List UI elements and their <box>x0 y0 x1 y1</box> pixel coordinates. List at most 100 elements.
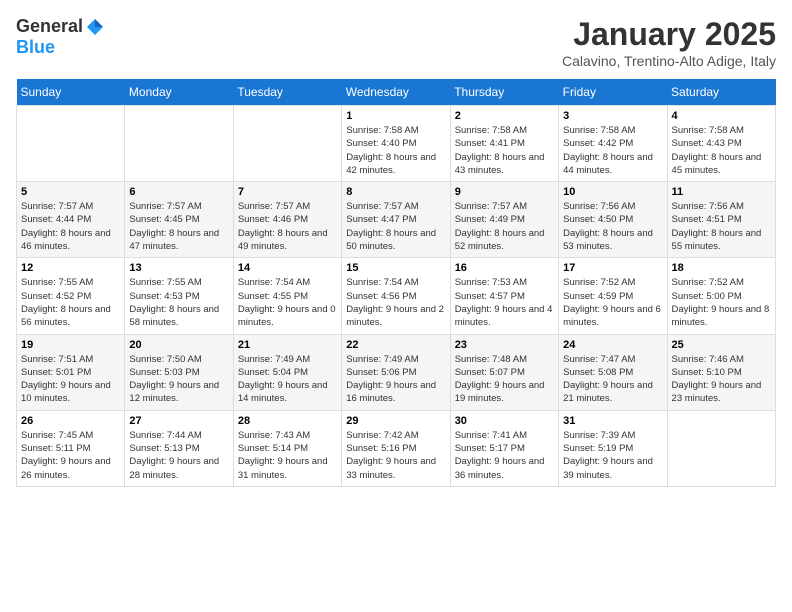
day-number: 18 <box>672 262 771 274</box>
calendar-cell: 19 Sunrise: 7:51 AMSunset: 5:01 PMDayligh… <box>17 334 125 410</box>
day-info: Sunrise: 7:55 AMSunset: 4:52 PMDaylight:… <box>21 276 120 329</box>
calendar-cell <box>667 410 775 486</box>
day-info: Sunrise: 7:50 AMSunset: 5:03 PMDaylight:… <box>129 353 228 406</box>
calendar-cell: 20 Sunrise: 7:50 AMSunset: 5:03 PMDayligh… <box>125 334 233 410</box>
day-info: Sunrise: 7:58 AMSunset: 4:43 PMDaylight:… <box>672 124 771 177</box>
calendar-cell: 26 Sunrise: 7:45 AMSunset: 5:11 PMDayligh… <box>17 410 125 486</box>
day-number: 13 <box>129 262 228 274</box>
day-info: Sunrise: 7:41 AMSunset: 5:17 PMDaylight:… <box>455 429 554 482</box>
calendar-cell: 15 Sunrise: 7:54 AMSunset: 4:56 PMDayligh… <box>342 258 450 334</box>
calendar-cell <box>233 106 341 182</box>
day-info: Sunrise: 7:58 AMSunset: 4:41 PMDaylight:… <box>455 124 554 177</box>
logo-blue-text: Blue <box>16 37 55 58</box>
calendar-cell: 8 Sunrise: 7:57 AMSunset: 4:47 PMDaylight… <box>342 182 450 258</box>
logo-general-text: General <box>16 16 83 37</box>
weekday-header-sunday: Sunday <box>17 79 125 106</box>
day-number: 14 <box>238 262 337 274</box>
calendar-cell: 17Sunrise: 7:52 AMSunset: 4:59 PMDayligh… <box>559 258 667 334</box>
logo: General Blue <box>16 16 105 58</box>
day-info: Sunrise: 7:46 AMSunset: 5:10 PMDaylight:… <box>672 353 771 406</box>
day-number: 26 <box>21 415 120 427</box>
calendar-cell: 23 Sunrise: 7:48 AMSunset: 5:07 PMDayligh… <box>450 334 558 410</box>
calendar-cell: 7Sunrise: 7:57 AMSunset: 4:46 PMDaylight… <box>233 182 341 258</box>
calendar-cell: 5Sunrise: 7:57 AMSunset: 4:44 PMDaylight… <box>17 182 125 258</box>
day-info: Sunrise: 7:45 AMSunset: 5:11 PMDaylight:… <box>21 429 120 482</box>
calendar-cell: 29 Sunrise: 7:42 AMSunset: 5:16 PMDayligh… <box>342 410 450 486</box>
day-info: Sunrise: 7:57 AMSunset: 4:45 PMDaylight:… <box>129 200 228 253</box>
day-number: 11 <box>672 186 771 198</box>
calendar-cell: 13 Sunrise: 7:55 AMSunset: 4:53 PMDayligh… <box>125 258 233 334</box>
logo-icon <box>85 17 105 37</box>
calendar-cell: 11 Sunrise: 7:56 AMSunset: 4:51 PMDayligh… <box>667 182 775 258</box>
day-info: Sunrise: 7:48 AMSunset: 5:07 PMDaylight:… <box>455 353 554 406</box>
calendar-cell: 21 Sunrise: 7:49 AMSunset: 5:04 PMDayligh… <box>233 334 341 410</box>
calendar-week-row: 5Sunrise: 7:57 AMSunset: 4:44 PMDaylight… <box>17 182 776 258</box>
day-number: 6 <box>129 186 228 198</box>
day-info: Sunrise: 7:54 AMSunset: 4:56 PMDaylight:… <box>346 276 445 329</box>
day-number: 9 <box>455 186 554 198</box>
day-info: Sunrise: 7:43 AMSunset: 5:14 PMDaylight:… <box>238 429 337 482</box>
day-info: Sunrise: 7:56 AMSunset: 4:50 PMDaylight:… <box>563 200 662 253</box>
weekday-header-saturday: Saturday <box>667 79 775 106</box>
weekday-header-friday: Friday <box>559 79 667 106</box>
day-number: 29 <box>346 415 445 427</box>
location-title: Calavino, Trentino-Alto Adige, Italy <box>562 53 776 69</box>
day-number: 20 <box>129 339 228 351</box>
day-number: 8 <box>346 186 445 198</box>
day-number: 2 <box>455 110 554 122</box>
day-number: 15 <box>346 262 445 274</box>
day-info: Sunrise: 7:39 AMSunset: 5:19 PMDaylight:… <box>563 429 662 482</box>
day-number: 30 <box>455 415 554 427</box>
day-info: Sunrise: 7:51 AMSunset: 5:01 PMDaylight:… <box>21 353 120 406</box>
page-header: General Blue January 2025 Calavino, Tren… <box>16 16 776 69</box>
day-info: Sunrise: 7:58 AMSunset: 4:42 PMDaylight:… <box>563 124 662 177</box>
weekday-header-wednesday: Wednesday <box>342 79 450 106</box>
title-block: January 2025 Calavino, Trentino-Alto Adi… <box>562 16 776 69</box>
month-title: January 2025 <box>562 16 776 53</box>
calendar-cell: 27Sunrise: 7:44 AMSunset: 5:13 PMDayligh… <box>125 410 233 486</box>
day-number: 16 <box>455 262 554 274</box>
calendar-cell: 14 Sunrise: 7:54 AMSunset: 4:55 PMDayligh… <box>233 258 341 334</box>
calendar-cell: 31Sunrise: 7:39 AMSunset: 5:19 PMDayligh… <box>559 410 667 486</box>
day-info: Sunrise: 7:49 AMSunset: 5:04 PMDaylight:… <box>238 353 337 406</box>
day-info: Sunrise: 7:49 AMSunset: 5:06 PMDaylight:… <box>346 353 445 406</box>
day-number: 24 <box>563 339 662 351</box>
calendar-week-row: 12Sunrise: 7:55 AMSunset: 4:52 PMDayligh… <box>17 258 776 334</box>
calendar-cell: 25Sunrise: 7:46 AMSunset: 5:10 PMDayligh… <box>667 334 775 410</box>
day-info: Sunrise: 7:58 AMSunset: 4:40 PMDaylight:… <box>346 124 445 177</box>
day-number: 5 <box>21 186 120 198</box>
day-info: Sunrise: 7:53 AMSunset: 4:57 PMDaylight:… <box>455 276 554 329</box>
calendar-cell: 6 Sunrise: 7:57 AMSunset: 4:45 PMDaylight… <box>125 182 233 258</box>
day-number: 1 <box>346 110 445 122</box>
calendar-cell: 10 Sunrise: 7:56 AMSunset: 4:50 PMDayligh… <box>559 182 667 258</box>
day-info: Sunrise: 7:57 AMSunset: 4:49 PMDaylight:… <box>455 200 554 253</box>
day-number: 21 <box>238 339 337 351</box>
calendar-week-row: 26 Sunrise: 7:45 AMSunset: 5:11 PMDayligh… <box>17 410 776 486</box>
calendar-week-row: 19 Sunrise: 7:51 AMSunset: 5:01 PMDayligh… <box>17 334 776 410</box>
day-number: 23 <box>455 339 554 351</box>
calendar-cell: 24 Sunrise: 7:47 AMSunset: 5:08 PMDayligh… <box>559 334 667 410</box>
day-number: 28 <box>238 415 337 427</box>
calendar-cell: 2 Sunrise: 7:58 AMSunset: 4:41 PMDaylight… <box>450 106 558 182</box>
calendar-cell: 28 Sunrise: 7:43 AMSunset: 5:14 PMDayligh… <box>233 410 341 486</box>
calendar-cell: 12Sunrise: 7:55 AMSunset: 4:52 PMDayligh… <box>17 258 125 334</box>
calendar-week-row: 1 Sunrise: 7:58 AMSunset: 4:40 PMDaylight… <box>17 106 776 182</box>
day-info: Sunrise: 7:54 AMSunset: 4:55 PMDaylight:… <box>238 276 337 329</box>
day-number: 10 <box>563 186 662 198</box>
calendar-cell: 9 Sunrise: 7:57 AMSunset: 4:49 PMDaylight… <box>450 182 558 258</box>
day-number: 19 <box>21 339 120 351</box>
weekday-header-thursday: Thursday <box>450 79 558 106</box>
day-number: 3 <box>563 110 662 122</box>
day-info: Sunrise: 7:57 AMSunset: 4:47 PMDaylight:… <box>346 200 445 253</box>
day-info: Sunrise: 7:47 AMSunset: 5:08 PMDaylight:… <box>563 353 662 406</box>
day-info: Sunrise: 7:56 AMSunset: 4:51 PMDaylight:… <box>672 200 771 253</box>
day-info: Sunrise: 7:42 AMSunset: 5:16 PMDaylight:… <box>346 429 445 482</box>
calendar-cell <box>17 106 125 182</box>
weekday-header-tuesday: Tuesday <box>233 79 341 106</box>
day-number: 7 <box>238 186 337 198</box>
day-info: Sunrise: 7:52 AMSunset: 4:59 PMDaylight:… <box>563 276 662 329</box>
calendar-cell: 4Sunrise: 7:58 AMSunset: 4:43 PMDaylight… <box>667 106 775 182</box>
day-info: Sunrise: 7:44 AMSunset: 5:13 PMDaylight:… <box>129 429 228 482</box>
calendar-cell: 3 Sunrise: 7:58 AMSunset: 4:42 PMDaylight… <box>559 106 667 182</box>
day-info: Sunrise: 7:55 AMSunset: 4:53 PMDaylight:… <box>129 276 228 329</box>
